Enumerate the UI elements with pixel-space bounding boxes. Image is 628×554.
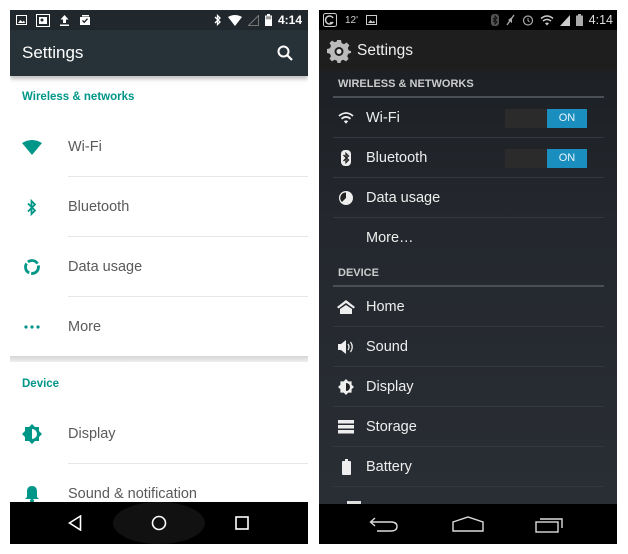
bluetooth-toggle[interactable]: ON (505, 148, 587, 168)
display-icon (22, 424, 42, 444)
wifi-icon (22, 139, 42, 155)
data-usage-icon (24, 259, 40, 275)
recents-button[interactable] (533, 512, 567, 536)
search-icon (277, 45, 293, 61)
navigation-bar (319, 504, 617, 544)
recents-button[interactable] (231, 512, 253, 534)
bell-icon (25, 486, 39, 503)
weather-temperature: 12' (345, 14, 359, 26)
upload-icon (60, 15, 69, 26)
gallery-icon (16, 15, 27, 25)
more-icon (24, 325, 40, 329)
battery-icon (575, 14, 583, 26)
toggle-state: ON (547, 108, 587, 128)
navigation-bar (10, 502, 308, 544)
wifi-icon (540, 14, 554, 25)
settings-item-data-usage[interactable]: Data usage (10, 237, 308, 297)
display-icon (338, 379, 354, 395)
holo-settings-screen: 12' 4:14 Settings WIRELESS & NETWORKS Wi… (319, 10, 617, 544)
data-usage-icon (339, 191, 353, 205)
item-label: Data usage (366, 190, 441, 206)
recents-icon (235, 516, 249, 530)
item-label: More… (366, 230, 414, 246)
home-icon (151, 515, 167, 531)
item-label: Data usage (68, 259, 143, 275)
item-label: Storage (366, 419, 417, 435)
section-header-wireless: WIRELESS & NETWORKS (338, 78, 474, 90)
item-label: Battery (366, 459, 412, 475)
section-header-device: Device (22, 378, 60, 390)
item-label: More (68, 319, 102, 335)
app-bar: Settings (10, 30, 308, 76)
settings-item-bluetooth[interactable]: Bluetooth ON (319, 138, 617, 178)
item-label: Wi-Fi (366, 110, 400, 126)
page-title: Settings (22, 43, 84, 62)
item-label: Bluetooth (366, 150, 428, 166)
battery-icon (341, 459, 351, 475)
storage-icon (338, 420, 354, 434)
gear-icon[interactable] (327, 39, 351, 63)
battery-icon (264, 14, 272, 26)
settings-item-battery[interactable]: Battery (319, 447, 617, 487)
home-icon (337, 300, 355, 314)
bluetooth-icon (490, 14, 499, 26)
bluetooth-icon (214, 14, 221, 26)
settings-item-display[interactable]: Display (10, 404, 308, 464)
home-button[interactable] (451, 512, 485, 536)
item-label: Wi-Fi (68, 139, 102, 155)
mute-icon (506, 14, 515, 26)
speaker-icon (338, 340, 353, 354)
settings-item-more[interactable]: More… (319, 218, 617, 258)
settings-item-wifi[interactable]: Wi-Fi (10, 117, 308, 177)
item-label: Sound & notification (68, 486, 197, 502)
action-bar: Settings (319, 30, 617, 71)
search-button[interactable] (274, 42, 296, 64)
wifi-icon (338, 112, 354, 124)
app-notification-icon (323, 13, 337, 27)
page-title: Settings (357, 41, 414, 59)
section-header-device: DEVICE (338, 267, 379, 279)
status-bar: 12' 4:14 (319, 10, 617, 30)
item-label: Home (366, 299, 405, 315)
bluetooth-icon (27, 198, 37, 216)
divider (333, 486, 604, 487)
settings-item-more[interactable]: More (10, 297, 308, 357)
signal-icon (559, 14, 570, 26)
task-done-icon (80, 15, 90, 25)
wifi-toggle[interactable]: ON (505, 108, 587, 128)
alarm-icon (522, 15, 533, 26)
home-button[interactable] (148, 512, 170, 534)
back-icon (369, 517, 398, 532)
clock: 4:14 (588, 13, 613, 27)
bluetooth-icon (341, 150, 351, 166)
back-icon (68, 515, 82, 531)
back-button[interactable] (64, 512, 86, 534)
wifi-icon (227, 14, 242, 26)
item-label: Display (68, 426, 116, 442)
screenshot-icon (36, 13, 50, 27)
item-label: Display (366, 379, 414, 395)
item-label: Bluetooth (68, 199, 130, 215)
recents-icon (535, 518, 563, 533)
settings-item-storage[interactable]: Storage (319, 407, 617, 447)
gallery-icon (366, 15, 378, 25)
back-button[interactable] (367, 512, 401, 536)
home-icon (452, 516, 484, 532)
lollipop-settings-screen: 4:14 Settings Wireless & networks Wi-Fi … (10, 10, 308, 544)
section-divider (10, 356, 308, 362)
toggle-state: ON (547, 148, 587, 168)
settings-item-display[interactable]: Display (319, 367, 617, 407)
settings-item-sound[interactable]: Sound (319, 327, 617, 367)
settings-item-home[interactable]: Home (319, 287, 617, 327)
settings-item-data-usage[interactable]: Data usage (319, 178, 617, 218)
item-label: Sound (366, 339, 408, 355)
signal-icon (247, 14, 259, 26)
settings-item-bluetooth[interactable]: Bluetooth (10, 177, 308, 237)
section-header-wireless: Wireless & networks (22, 91, 135, 103)
settings-item-wifi[interactable]: Wi-Fi ON (319, 98, 617, 138)
status-bar: 4:14 (10, 10, 308, 30)
clock: 4:14 (277, 13, 302, 27)
